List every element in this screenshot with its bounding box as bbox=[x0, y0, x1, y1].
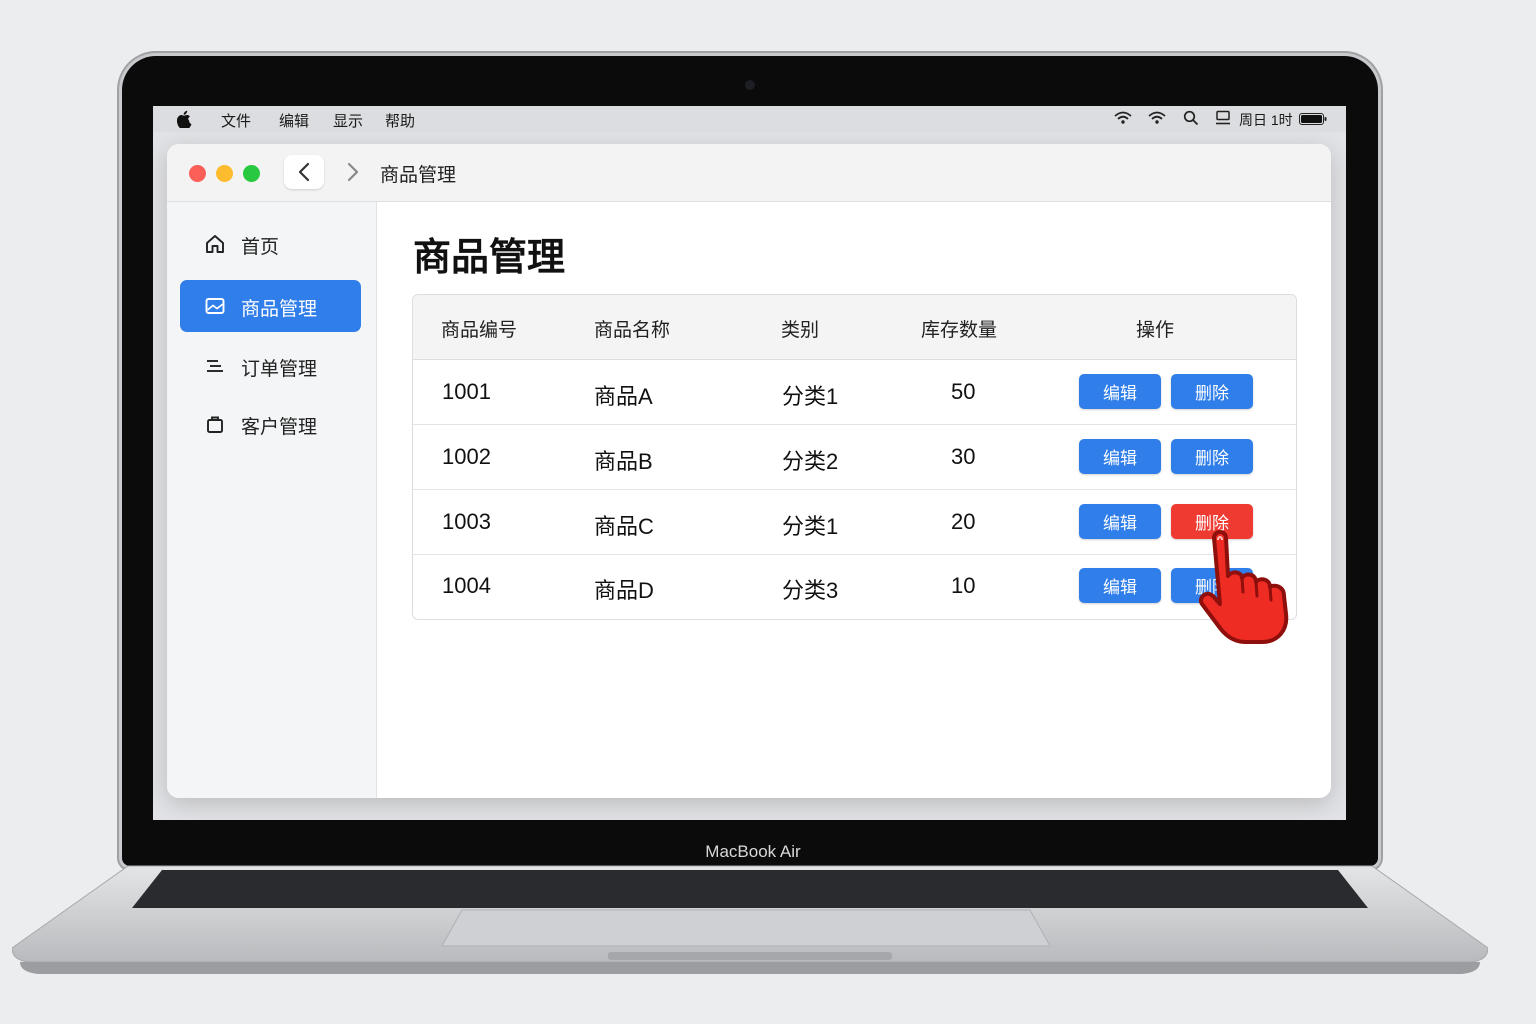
chevron-left-icon bbox=[298, 162, 310, 182]
sidebar-item-label: 订单管理 bbox=[241, 359, 318, 380]
menu-file[interactable]: 文件 bbox=[221, 110, 251, 131]
edit-button[interactable]: 编辑 bbox=[1079, 568, 1161, 603]
menu-help[interactable]: 帮助 bbox=[385, 110, 415, 131]
menu-view[interactable]: 显示 bbox=[333, 110, 363, 131]
sidebar-item-label: 首页 bbox=[241, 237, 280, 258]
column-header-stock: 库存数量 bbox=[921, 320, 998, 341]
delete-button[interactable]: 删除 bbox=[1171, 374, 1253, 409]
wifi-alt-icon[interactable] bbox=[1147, 110, 1167, 126]
forward-button[interactable] bbox=[337, 155, 367, 189]
sidebar: 首页 商品管理 订单管理 客户管理 bbox=[167, 202, 377, 798]
sidebar-item-label: 客户管理 bbox=[241, 417, 318, 438]
menubar-clock[interactable]: 周日 1时 bbox=[1239, 110, 1293, 130]
column-header-actions: 操作 bbox=[1136, 320, 1175, 341]
screen: 文件 编辑 显示 帮助 周日 1时 商品管理 首页 商品管理 订单管理 客户管理… bbox=[153, 106, 1346, 820]
table-row: 1003 商品C 分类1 20 编辑 删除 bbox=[413, 490, 1296, 555]
list-icon bbox=[207, 360, 223, 372]
image-icon bbox=[205, 298, 225, 314]
pointer-hand-icon bbox=[1199, 530, 1289, 644]
minimize-window-button[interactable] bbox=[216, 165, 233, 182]
close-window-button[interactable] bbox=[189, 165, 206, 182]
bag-icon bbox=[207, 416, 223, 433]
zoom-window-button[interactable] bbox=[243, 165, 260, 182]
table-row: 1001 商品A 分类1 50 编辑 删除 bbox=[413, 360, 1296, 425]
search-icon[interactable] bbox=[1183, 110, 1199, 126]
cell-id: 1001 bbox=[442, 379, 491, 404]
cell-category: 分类1 bbox=[782, 514, 839, 539]
cell-id: 1004 bbox=[442, 573, 491, 598]
column-header-name: 商品名称 bbox=[594, 320, 671, 341]
cell-stock: 20 bbox=[951, 509, 976, 534]
sidebar-item-orders[interactable]: 订单管理 bbox=[180, 340, 361, 392]
cell-stock: 50 bbox=[951, 379, 976, 404]
cell-id: 1002 bbox=[442, 444, 491, 469]
cell-category: 分类2 bbox=[782, 449, 839, 474]
edit-button[interactable]: 编辑 bbox=[1079, 439, 1161, 474]
app-window: 商品管理 首页 商品管理 订单管理 客户管理 商品管理 商品编号 商品名称 类别… bbox=[167, 144, 1331, 798]
battery-icon[interactable] bbox=[1299, 113, 1327, 125]
wifi-icon[interactable] bbox=[1113, 110, 1133, 126]
home-icon bbox=[206, 235, 224, 253]
column-header-id: 商品编号 bbox=[441, 320, 518, 341]
cell-name: 商品A bbox=[594, 384, 653, 409]
device-brand-label: MacBook Air bbox=[705, 842, 801, 861]
cell-name: 商品D bbox=[594, 578, 654, 603]
edit-button[interactable]: 编辑 bbox=[1079, 504, 1161, 539]
menu-edit[interactable]: 编辑 bbox=[279, 110, 309, 131]
cell-id: 1003 bbox=[442, 509, 491, 534]
delete-button[interactable]: 删除 bbox=[1171, 439, 1253, 474]
menu-bar: 文件 编辑 显示 帮助 周日 1时 bbox=[153, 106, 1346, 132]
chevron-right-icon bbox=[347, 162, 359, 182]
back-button[interactable] bbox=[284, 155, 324, 189]
sidebar-item-products[interactable]: 商品管理 bbox=[180, 280, 361, 332]
table-row: 1004 商品D 分类3 10 编辑 删除 bbox=[413, 554, 1296, 618]
cell-name: 商品B bbox=[594, 449, 653, 474]
apple-logo-icon[interactable] bbox=[177, 110, 193, 128]
title-bar: 商品管理 bbox=[167, 144, 1331, 202]
product-table: 商品编号 商品名称 类别 库存数量 操作 1001 商品A 分类1 50 编辑 … bbox=[412, 294, 1297, 620]
sidebar-item-label: 商品管理 bbox=[241, 299, 318, 320]
table-header: 商品编号 商品名称 类别 库存数量 操作 bbox=[413, 295, 1296, 360]
window-title: 商品管理 bbox=[380, 165, 457, 186]
laptop-keyboard-base bbox=[12, 865, 1488, 974]
column-header-category: 类别 bbox=[781, 320, 820, 341]
cell-stock: 10 bbox=[951, 573, 976, 598]
edit-button[interactable]: 编辑 bbox=[1079, 374, 1161, 409]
cell-category: 分类3 bbox=[782, 578, 839, 603]
sidebar-item-customers[interactable]: 客户管理 bbox=[180, 398, 361, 450]
sidebar-item-home[interactable]: 首页 bbox=[180, 218, 361, 270]
cell-name: 商品C bbox=[594, 514, 654, 539]
cell-category: 分类1 bbox=[782, 384, 839, 409]
main-content: 商品管理 商品编号 商品名称 类别 库存数量 操作 1001 商品A 分类1 5… bbox=[377, 202, 1331, 798]
control-center-icon[interactable] bbox=[1215, 110, 1231, 126]
page-title: 商品管理 bbox=[413, 237, 566, 279]
table-row: 1002 商品B 分类2 30 编辑 删除 bbox=[413, 425, 1296, 490]
cell-stock: 30 bbox=[951, 444, 976, 469]
camera bbox=[745, 80, 755, 90]
